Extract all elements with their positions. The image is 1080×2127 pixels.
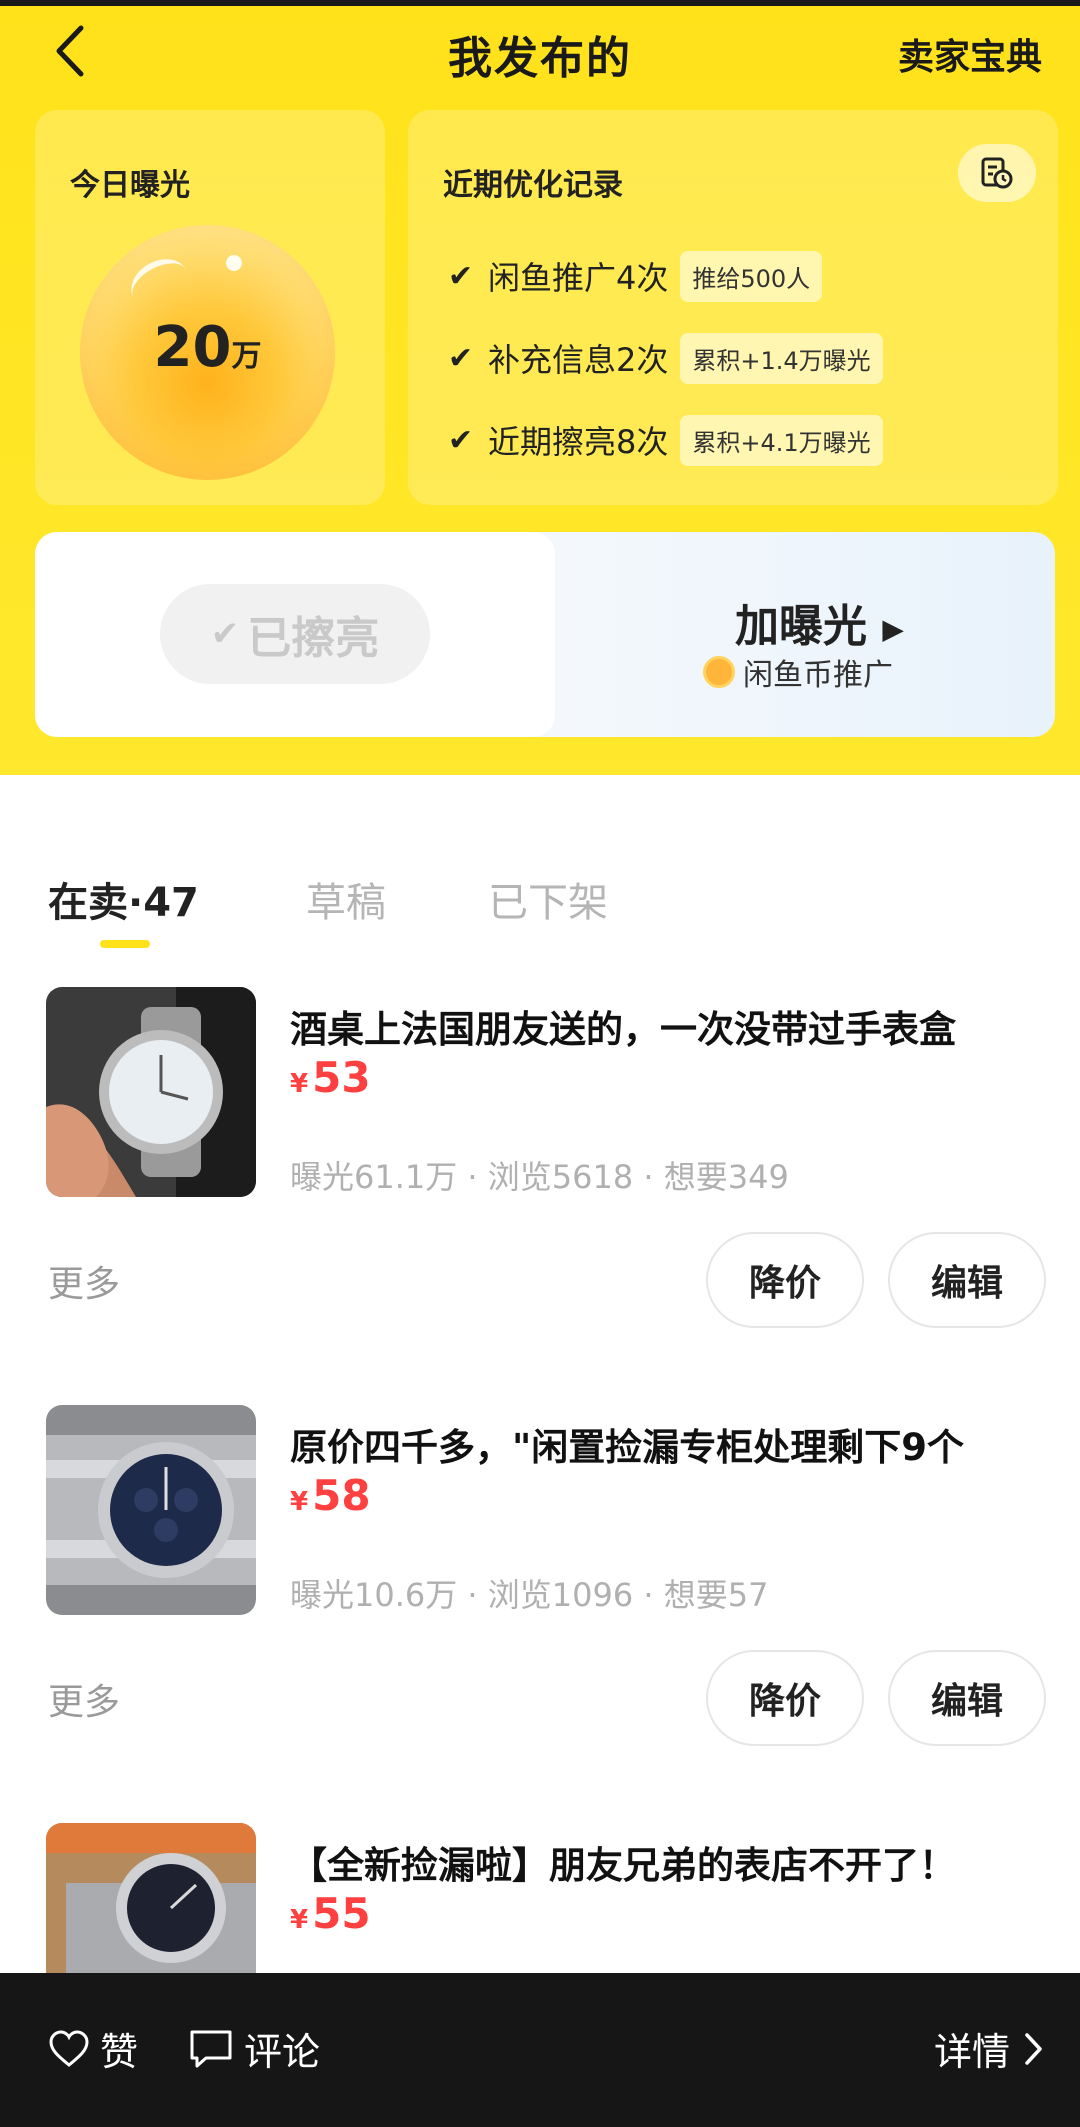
history-icon[interactable] <box>958 144 1036 202</box>
polish-section: ✔ 已擦亮 <box>35 532 555 737</box>
price-cut-button[interactable]: 降价 <box>706 1232 864 1328</box>
edit-button[interactable]: 编辑 <box>888 1650 1046 1746</box>
exposure-bubble: 20万 <box>80 225 335 480</box>
listing-title: 原价四千多，"闲置捡漏专柜处理剩下9个 <box>290 1426 965 1469</box>
listing-price: ¥55 <box>290 1889 371 1938</box>
tab-indicator <box>100 940 150 948</box>
price-value: 53 <box>312 1053 371 1102</box>
listing-price: ¥58 <box>290 1471 371 1520</box>
record-row: ✔ 补充信息2次 累积+1.4万曝光 <box>448 332 883 384</box>
currency-symbol: ¥ <box>290 1487 309 1517</box>
check-icon: ✔ <box>448 258 474 294</box>
record-text: 近期擦亮8次 <box>488 423 669 461</box>
exposure-card[interactable]: 今日曝光 20万 <box>35 110 385 505</box>
seller-guide-link[interactable]: 卖家宝典 <box>898 28 1042 80</box>
watch-photo-2 <box>46 1405 256 1615</box>
record-row: ✔ 闲鱼推广4次 推给500人 <box>448 250 823 302</box>
boost-exposure-button[interactable]: 加曝光 ▶ <box>735 590 904 654</box>
product-thumbnail[interactable] <box>46 987 256 1197</box>
listing-price: ¥53 <box>290 1053 371 1102</box>
more-button[interactable]: 更多 <box>48 1673 120 1725</box>
chevron-right-icon <box>1025 2032 1042 2065</box>
exposure-label: 今日曝光 <box>70 168 190 203</box>
record-row: ✔ 近期擦亮8次 累积+4.1万曝光 <box>448 414 883 466</box>
listing-title: 【全新捡漏啦】朋友兄弟的表店不开了！ <box>290 1844 956 1887</box>
exposure-unit: 万 <box>231 339 262 374</box>
like-button[interactable]: 赞 <box>48 2021 138 2076</box>
coin-promotion-link[interactable]: 闲鱼币推广 <box>703 650 893 694</box>
price-value: 58 <box>312 1471 371 1520</box>
coin-icon <box>703 656 735 688</box>
record-tag: 累积+1.4万曝光 <box>680 332 883 384</box>
like-label: 赞 <box>100 2030 139 2074</box>
tab-drafts[interactable]: 草稿 <box>306 870 386 928</box>
boost-subtitle: 闲鱼币推广 <box>743 658 893 693</box>
boost-title: 加曝光 <box>735 601 867 652</box>
heart-icon <box>49 2029 89 2067</box>
detail-button[interactable]: 详情 <box>934 2021 1046 2076</box>
watch-photo-1 <box>46 987 256 1197</box>
check-icon: ✔ <box>210 614 240 654</box>
edit-button[interactable]: 编辑 <box>888 1232 1046 1328</box>
currency-symbol: ¥ <box>290 1905 309 1935</box>
listing-item[interactable]: 原价四千多，"闲置捡漏专柜处理剩下9个 ¥58 曝光10.6万 · 浏览1096… <box>0 1405 1080 1805</box>
triangle-right-icon: ▶ <box>882 612 904 646</box>
nav-bar: 我发布的 卖家宝典 <box>0 6 1080 96</box>
exposure-number: 20 <box>153 315 232 380</box>
check-icon: ✔ <box>448 340 474 376</box>
records-label: 近期优化记录 <box>443 168 623 203</box>
record-tag: 推给500人 <box>680 250 823 302</box>
polished-button[interactable]: ✔ 已擦亮 <box>160 584 430 684</box>
product-thumbnail[interactable] <box>46 1823 256 1973</box>
listing-item[interactable]: 酒桌上法国朋友送的，一次没带过手表盒 ¥53 曝光61.1万 · 浏览5618 … <box>0 987 1080 1387</box>
more-button[interactable]: 更多 <box>48 1255 120 1307</box>
bubble-highlight <box>226 255 242 271</box>
comment-label: 评论 <box>244 2030 321 2074</box>
comment-icon <box>190 2030 232 2067</box>
detail-label: 详情 <box>934 2030 1011 2074</box>
listing-stats: 曝光61.1万 · 浏览5618 · 想要349 <box>290 1158 789 1196</box>
exposure-value: 20万 <box>80 315 335 380</box>
bubble-shine <box>122 249 198 319</box>
listing-title: 酒桌上法国朋友送的，一次没带过手表盒 <box>290 1008 956 1051</box>
watch-photo-3 <box>46 1823 256 1973</box>
record-text: 补充信息2次 <box>488 341 669 379</box>
product-thumbnail[interactable] <box>46 1405 256 1615</box>
check-icon: ✔ <box>448 422 474 458</box>
listing-item[interactable]: 【全新捡漏啦】朋友兄弟的表店不开了！ ¥55 <box>0 1823 1080 1973</box>
polished-label: 已擦亮 <box>247 613 380 664</box>
record-clock-icon <box>981 157 1013 189</box>
currency-symbol: ¥ <box>290 1069 309 1099</box>
tab-on-sale[interactable]: 在卖·47 <box>48 870 199 928</box>
records-card[interactable]: 近期优化记录 ✔ 闲鱼推广4次 推给500人 ✔ 补充信息2次 累积+1.4万曝… <box>408 110 1058 505</box>
record-tag: 累积+4.1万曝光 <box>680 414 883 466</box>
listing-stats: 曝光10.6万 · 浏览1096 · 想要57 <box>290 1576 769 1614</box>
price-value: 55 <box>312 1889 371 1938</box>
tab-removed[interactable]: 已下架 <box>488 870 608 928</box>
record-text: 闲鱼推广4次 <box>488 259 669 297</box>
bottom-bar: 赞 评论 详情 <box>0 1973 1080 2127</box>
price-cut-button[interactable]: 降价 <box>706 1650 864 1746</box>
promotion-card: ✔ 已擦亮 加曝光 ▶ 闲鱼币推广 <box>35 532 1055 737</box>
comment-button[interactable]: 评论 <box>188 2021 320 2076</box>
